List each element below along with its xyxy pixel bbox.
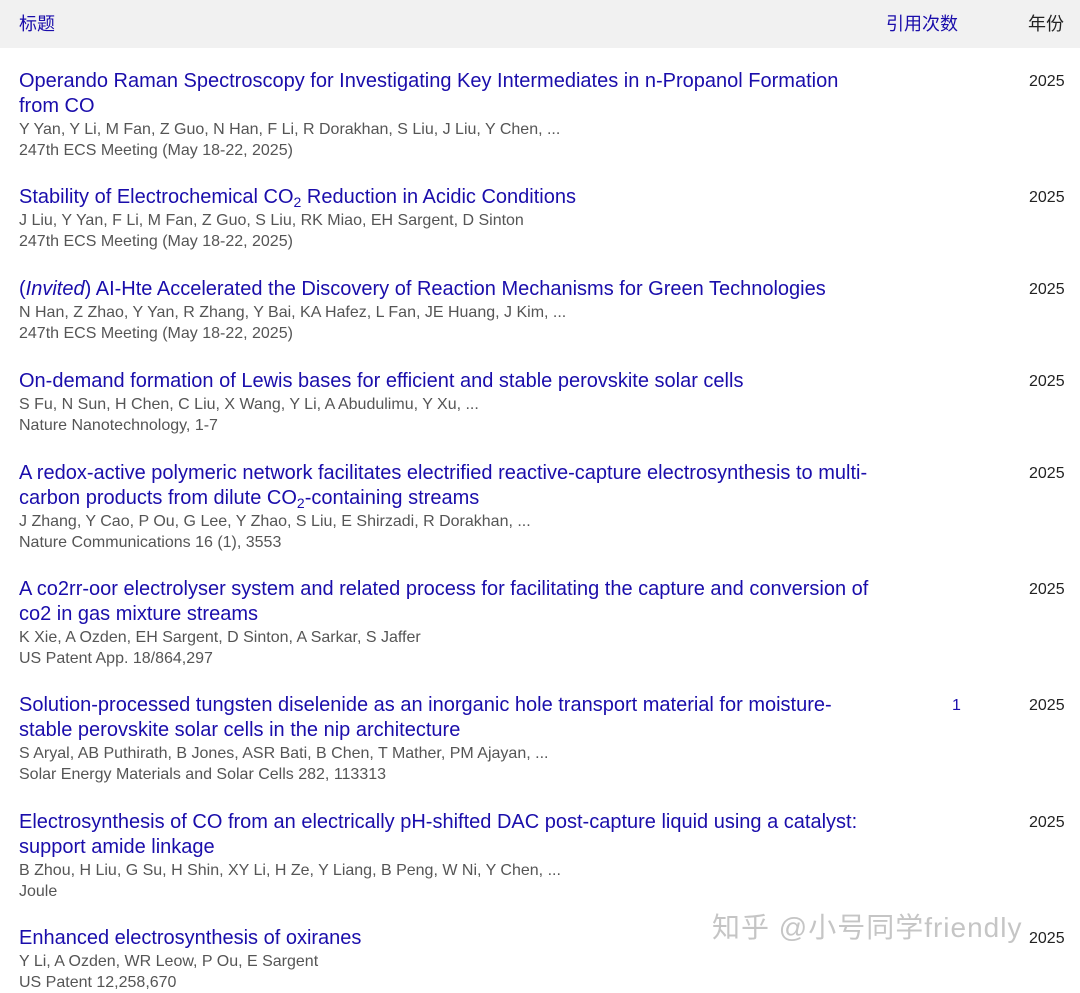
publication-year: 2025	[1029, 465, 1065, 482]
publication-year: 2025	[1029, 930, 1065, 947]
table-row: Solution-processed tungsten diselenide a…	[0, 693, 1080, 785]
publication-year: 2025	[1029, 814, 1065, 831]
publication-venue: 247th ECS Meeting (May 18-22, 2025)	[19, 325, 293, 342]
publication-title-link[interactable]: Enhanced electrosynthesis of oxiranes	[19, 926, 879, 951]
publication-venue: Joule	[19, 883, 58, 900]
table-row: Stability of Electrochemical CO2 Reducti…	[0, 185, 1080, 252]
publication-authors: N Han, Z Zhao, Y Yan, R Zhang, Y Bai, KA…	[19, 304, 567, 321]
publication-authors: J Zhang, Y Cao, P Ou, G Lee, Y Zhao, S L…	[19, 513, 531, 530]
publication-list: Operando Raman Spectroscopy for Investig…	[0, 48, 1080, 991]
sort-by-cites-header[interactable]: 引用次数	[886, 10, 958, 36]
publication-venue: Nature Nanotechnology, 1-7	[19, 417, 218, 434]
table-row: On-demand formation of Lewis bases for e…	[0, 369, 1080, 436]
publication-authors: Y Li, A Ozden, WR Leow, P Ou, E Sargent	[19, 953, 319, 970]
publication-year: 2025	[1029, 281, 1065, 298]
publication-authors: B Zhou, H Liu, G Su, H Shin, XY Li, H Ze…	[19, 862, 561, 879]
publication-venue: Solar Energy Materials and Solar Cells 2…	[19, 766, 387, 783]
table-row: A co2rr-oor electrolyser system and rela…	[0, 577, 1080, 669]
publication-year: 2025	[1029, 189, 1065, 206]
table-row: (Invited) AI-Hte Accelerated the Discove…	[0, 277, 1080, 344]
publication-title-link[interactable]: Operando Raman Spectroscopy for Investig…	[19, 69, 879, 119]
publication-title-link[interactable]: Stability of Electrochemical CO2 Reducti…	[19, 185, 879, 210]
publication-authors: K Xie, A Ozden, EH Sargent, D Sinton, A …	[19, 629, 421, 646]
publication-year: 2025	[1029, 73, 1065, 90]
publication-authors: J Liu, Y Yan, F Li, M Fan, Z Guo, S Liu,…	[19, 212, 524, 229]
publication-authors: S Aryal, AB Puthirath, B Jones, ASR Bati…	[19, 745, 549, 762]
sort-by-year-header[interactable]: 年份	[1028, 10, 1064, 36]
publication-venue: 247th ECS Meeting (May 18-22, 2025)	[19, 142, 293, 159]
table-row: Electrosynthesis of CO from an electrica…	[0, 810, 1080, 902]
publication-title-link[interactable]: A redox-active polymeric network facilit…	[19, 461, 879, 511]
cited-by-link[interactable]: 1	[952, 693, 961, 718]
publication-title-link[interactable]: Electrosynthesis of CO from an electrica…	[19, 810, 879, 860]
publication-year: 2025	[1029, 373, 1065, 390]
table-row: A redox-active polymeric network facilit…	[0, 461, 1080, 553]
publication-title-link[interactable]: On-demand formation of Lewis bases for e…	[19, 369, 879, 394]
table-header: 标题 引用次数 年份	[0, 0, 1080, 48]
sort-by-title-header[interactable]: 标题	[19, 10, 55, 36]
publication-venue: 247th ECS Meeting (May 18-22, 2025)	[19, 233, 293, 250]
publication-venue: Nature Communications 16 (1), 3553	[19, 534, 282, 551]
publication-year: 2025	[1029, 697, 1065, 714]
publication-venue: US Patent App. 18/864,297	[19, 650, 213, 667]
publication-title-link[interactable]: A co2rr-oor electrolyser system and rela…	[19, 577, 879, 627]
publication-venue: US Patent 12,258,670	[19, 974, 177, 991]
table-row: Enhanced electrosynthesis of oxiranes Y …	[0, 926, 1080, 993]
publication-title-link[interactable]: Solution-processed tungsten diselenide a…	[19, 693, 879, 743]
publication-authors: Y Yan, Y Li, M Fan, Z Guo, N Han, F Li, …	[19, 121, 561, 138]
table-row: Operando Raman Spectroscopy for Investig…	[0, 69, 1080, 161]
publication-authors: S Fu, N Sun, H Chen, C Liu, X Wang, Y Li…	[19, 396, 479, 413]
publication-year: 2025	[1029, 581, 1065, 598]
publication-title-link[interactable]: (Invited) AI-Hte Accelerated the Discove…	[19, 277, 879, 302]
